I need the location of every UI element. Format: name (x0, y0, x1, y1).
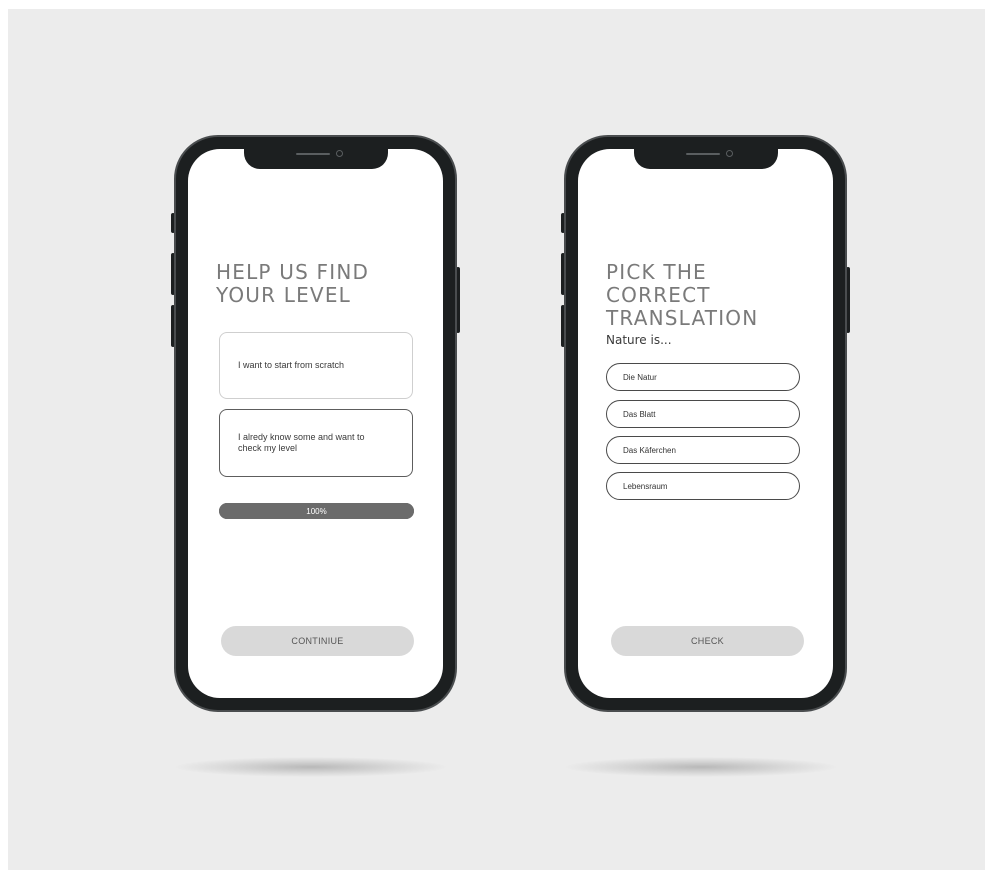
mockup-background: HELP US FIND YOUR LEVEL I want to start … (8, 9, 985, 870)
progress-label: 100% (306, 506, 327, 516)
check-button[interactable]: CHECK (611, 626, 804, 656)
answer-option[interactable]: Die Natur (606, 363, 800, 391)
phone-shadow (566, 757, 836, 777)
level-screen: HELP US FIND YOUR LEVEL I want to start … (188, 149, 443, 698)
option-check-my-level[interactable]: I alredy know some and want to check my … (219, 409, 413, 477)
question-prompt: Nature is... (606, 333, 672, 347)
progress-bar: 100% (219, 503, 414, 519)
page-title: HELP US FIND YOUR LEVEL (216, 260, 370, 307)
option-label: I alredy know some and want to check my … (238, 432, 365, 453)
answer-label: Das Blatt (623, 409, 656, 419)
camera-icon (726, 150, 733, 157)
page-title: PICK THE CORRECT TRANSLATION (606, 260, 759, 330)
answer-option[interactable]: Das Blatt (606, 400, 800, 428)
speaker-icon (296, 153, 330, 155)
notch (244, 149, 388, 169)
option-label: I want to start from scratch (238, 360, 345, 370)
notch (634, 149, 778, 169)
answer-label: Das Käferchen (623, 445, 676, 455)
speaker-icon (686, 153, 720, 155)
answer-label: Die Natur (623, 372, 657, 382)
phone-shadow (176, 757, 446, 777)
translation-screen: PICK THE CORRECT TRANSLATION Nature is..… (578, 149, 833, 698)
camera-icon (336, 150, 343, 157)
phone-mockup-level: HELP US FIND YOUR LEVEL I want to start … (171, 135, 460, 712)
continue-button[interactable]: CONTINIUE (221, 626, 414, 656)
answer-option[interactable]: Lebensraum (606, 472, 800, 500)
answer-label: Lebensraum (623, 481, 668, 491)
phone-mockup-translation: PICK THE CORRECT TRANSLATION Nature is..… (561, 135, 850, 712)
option-start-from-scratch[interactable]: I want to start from scratch (219, 332, 413, 399)
answer-option[interactable]: Das Käferchen (606, 436, 800, 464)
